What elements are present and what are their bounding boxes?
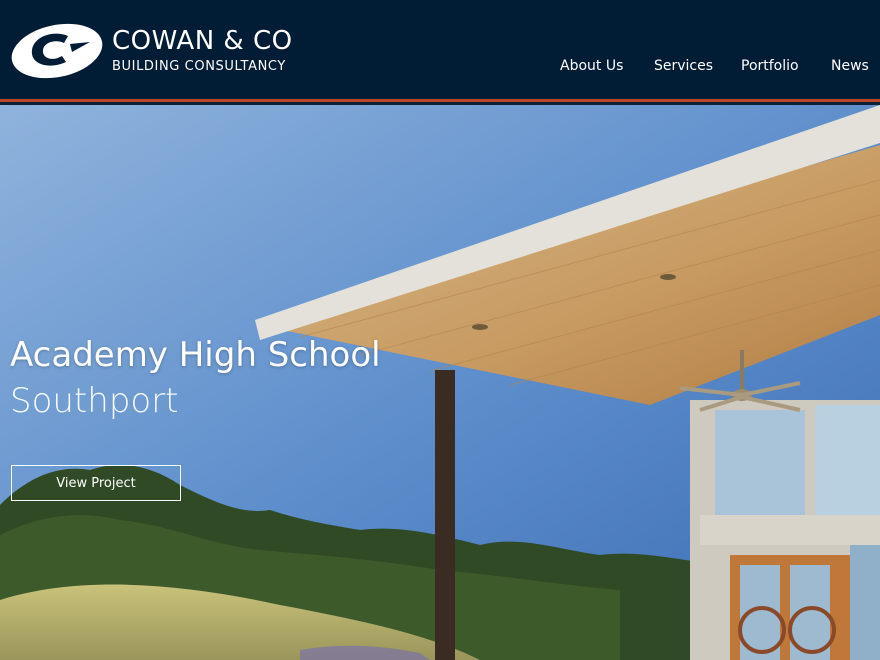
main-nav: About Us Services Portfolio News xyxy=(0,58,880,78)
nav-item-about-us[interactable]: About Us xyxy=(560,58,623,74)
site-header: COWAN & CO BUILDING CONSULTANCY About Us… xyxy=(0,0,880,102)
nav-item-portfolio[interactable]: Portfolio xyxy=(741,58,799,74)
brand-name[interactable]: COWAN & CO xyxy=(112,26,293,56)
view-project-button[interactable]: View Project xyxy=(11,465,181,501)
hero-subtitle: Southport xyxy=(10,381,179,421)
nav-item-services[interactable]: Services xyxy=(654,58,713,74)
hero-title: Academy High School xyxy=(10,335,381,375)
hero-banner: Academy High School Southport View Proje… xyxy=(0,105,880,660)
nav-item-news[interactable]: News xyxy=(831,58,869,74)
